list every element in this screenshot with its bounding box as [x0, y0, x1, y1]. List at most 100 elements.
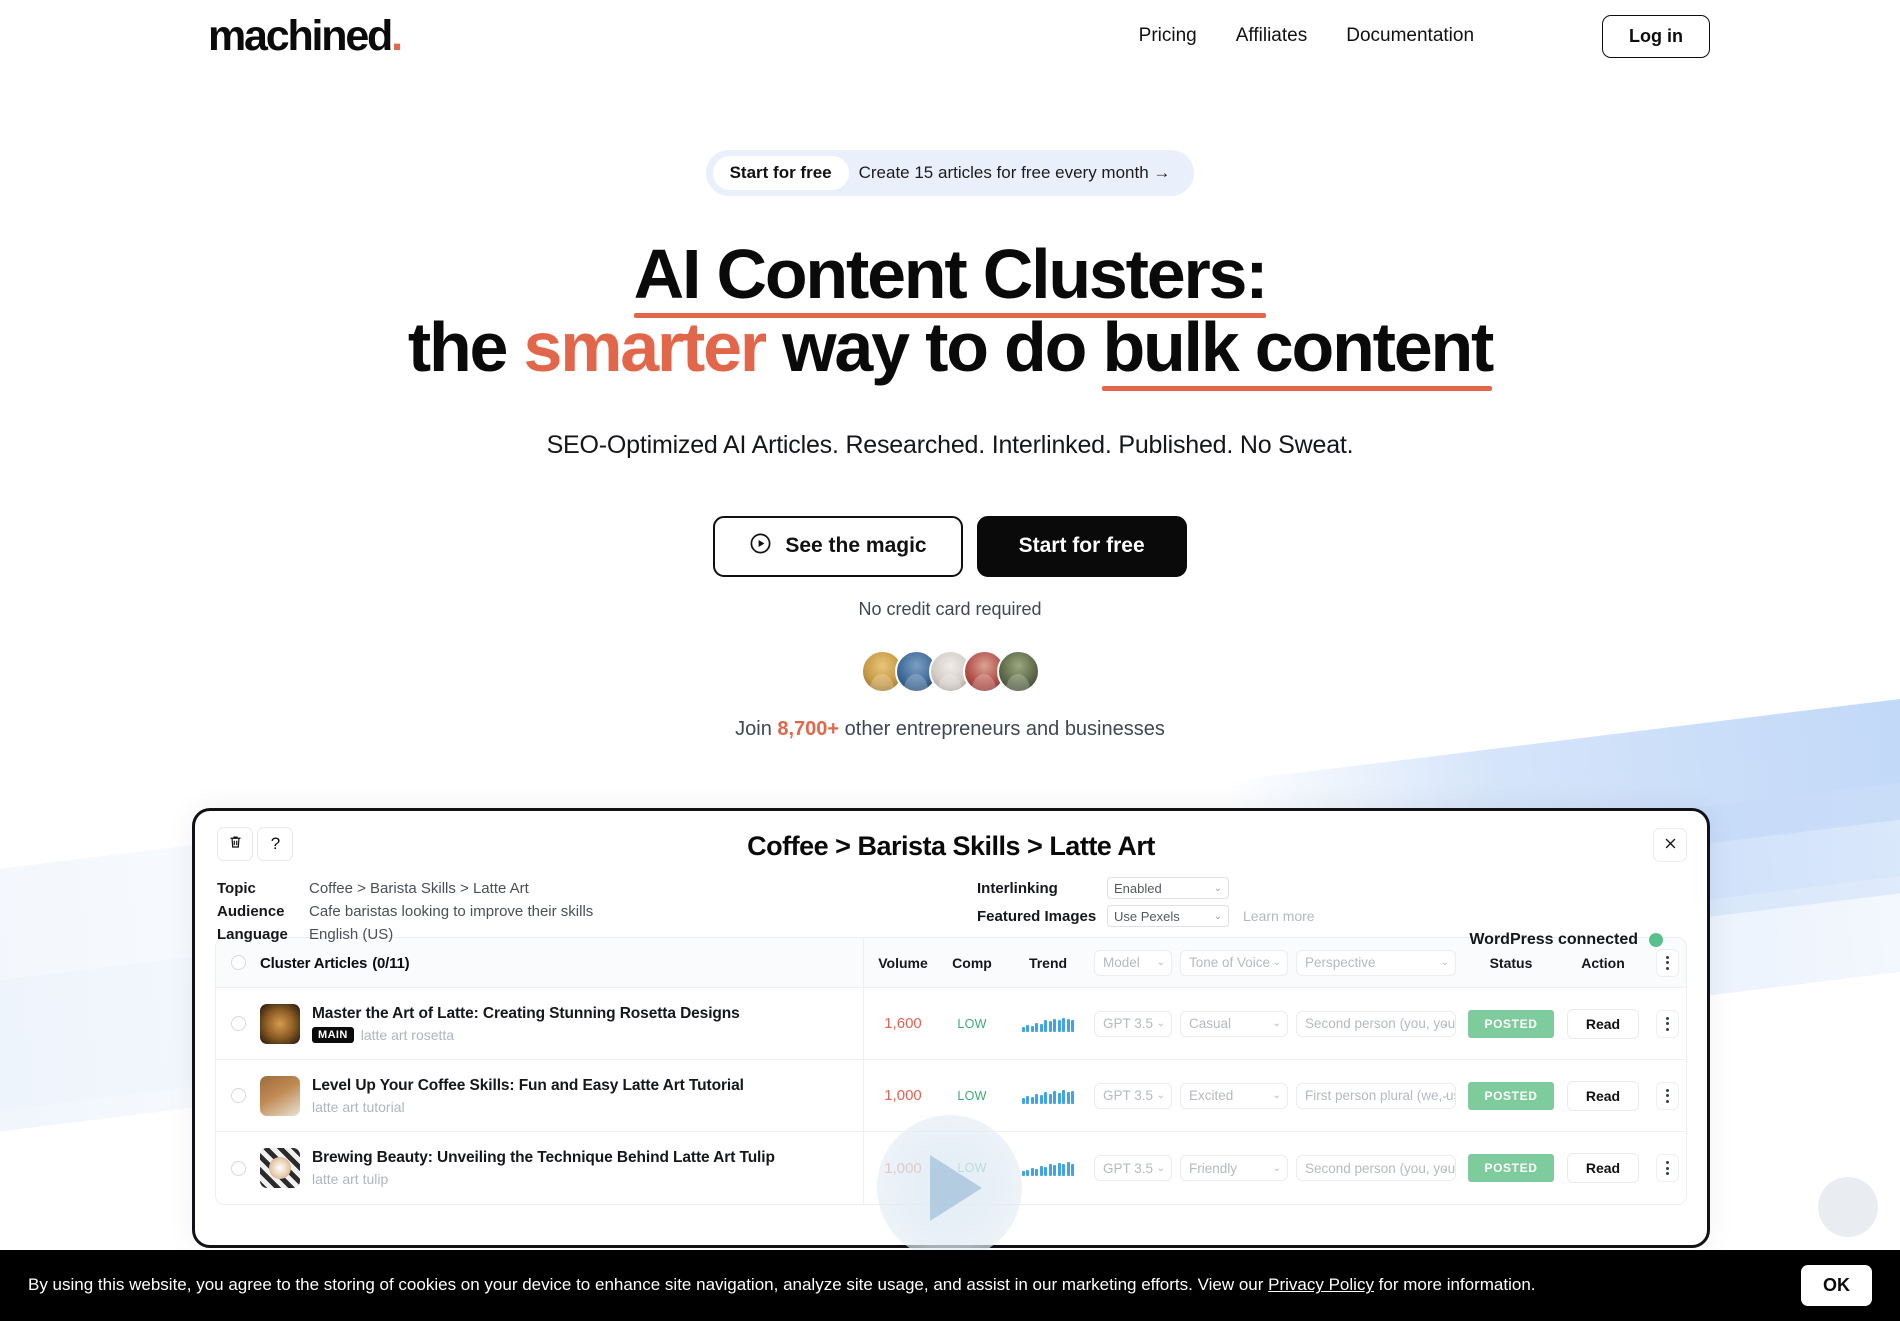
- row-volume: 1,600: [884, 1015, 922, 1032]
- setting-row-interlinking: Interlinking Enabled ⌄: [977, 877, 1315, 900]
- row-menu-cell[interactable]: [1648, 1081, 1686, 1110]
- article-thumbnail: [260, 1003, 300, 1044]
- learn-more-link[interactable]: Learn more: [1243, 905, 1315, 928]
- row-tone-select[interactable]: Casual ⌄: [1180, 1010, 1288, 1037]
- tone-select-header[interactable]: Tone of Voice ⌄: [1180, 949, 1288, 976]
- cookie-consent-text: By using this website, you agree to the …: [28, 1274, 1536, 1296]
- nav-item-pricing[interactable]: Pricing: [1139, 25, 1197, 47]
- login-button[interactable]: Log in: [1602, 14, 1710, 58]
- select-all-checkbox[interactable]: [216, 955, 260, 970]
- row-model-select[interactable]: GPT 3.5 ⌄: [1094, 1082, 1172, 1109]
- help-button[interactable]: ?: [257, 827, 294, 861]
- row-tone-cell: Casual ⌄: [1180, 1010, 1296, 1037]
- cluster-articles-count: (0/11): [372, 954, 410, 972]
- model-select-header[interactable]: Model ⌄: [1094, 949, 1172, 976]
- row-trend: [1002, 1016, 1094, 1032]
- row-action-cell: Read: [1558, 1153, 1648, 1183]
- row-menu-cell[interactable]: [1648, 1154, 1686, 1182]
- table-row[interactable]: Master the Art of Latte: Creating Stunni…: [216, 988, 1686, 1060]
- row-comp: LOW: [957, 1088, 987, 1103]
- row-checkbox[interactable]: [216, 1160, 260, 1176]
- nav-item-documentation[interactable]: Documentation: [1346, 25, 1474, 47]
- row-perspective-select[interactable]: Second person (you, your) ⌄: [1296, 1010, 1456, 1037]
- interlinking-select[interactable]: Enabled ⌄: [1107, 877, 1229, 899]
- read-button[interactable]: Read: [1566, 1153, 1640, 1183]
- row-title-cell: Master the Art of Latte: Creating Stunni…: [260, 1003, 863, 1044]
- row-tone-select[interactable]: Excited ⌄: [1180, 1082, 1288, 1109]
- chevron-down-icon: ⌄: [1156, 1018, 1165, 1029]
- see-the-magic-button[interactable]: See the magic: [713, 515, 963, 577]
- table-header-action: Action: [1581, 954, 1625, 971]
- hero-subheading: SEO-Optimized AI Articles. Researched. I…: [546, 430, 1354, 459]
- row-status-cell: POSTED: [1464, 1154, 1558, 1182]
- row-trend: [1002, 1088, 1094, 1104]
- cookie-ok-button[interactable]: OK: [1801, 1265, 1872, 1306]
- row-model-cell: GPT 3.5 ⌄: [1094, 1155, 1180, 1181]
- row-model-cell: GPT 3.5 ⌄: [1094, 1010, 1180, 1037]
- row-model-select[interactable]: GPT 3.5 ⌄: [1094, 1155, 1172, 1181]
- wordpress-status-label: WordPress connected: [1469, 931, 1638, 948]
- chat-widget-button[interactable]: [1818, 1177, 1878, 1237]
- nav-item-affiliates[interactable]: Affiliates: [1236, 25, 1307, 47]
- table-header-menu[interactable]: [1648, 948, 1686, 977]
- row-model-value: GPT 3.5: [1103, 1016, 1154, 1031]
- chevron-down-icon: ⌄: [1440, 1018, 1449, 1029]
- privacy-policy-link[interactable]: Privacy Policy: [1268, 1275, 1374, 1294]
- close-panel-button[interactable]: [1653, 828, 1687, 862]
- cookie-text-after: for more information.: [1373, 1275, 1536, 1295]
- kebab-menu-icon[interactable]: [1655, 1009, 1679, 1038]
- row-tone-select[interactable]: Friendly ⌄: [1180, 1155, 1288, 1181]
- kebab-menu-icon[interactable]: [1655, 1081, 1679, 1110]
- brand-logo[interactable]: machined.: [208, 14, 403, 58]
- read-button[interactable]: Read: [1566, 1008, 1640, 1039]
- featured-images-value: Use Pexels: [1114, 908, 1180, 924]
- row-checkbox[interactable]: [216, 1088, 260, 1103]
- row-comp: LOW: [957, 1016, 987, 1031]
- status-badge: POSTED: [1468, 1081, 1554, 1110]
- perspective-placeholder: Perspective: [1305, 955, 1376, 970]
- table-header-tone: Tone of Voice ⌄: [1180, 949, 1296, 976]
- delete-cluster-button[interactable]: [217, 827, 253, 861]
- row-model-select[interactable]: GPT 3.5 ⌄: [1094, 1010, 1172, 1037]
- row-title-cell: Brewing Beauty: Unveiling the Technique …: [260, 1148, 863, 1188]
- play-icon: [929, 1154, 982, 1221]
- headline-line-1: AI Content Clusters:: [633, 235, 1269, 318]
- table-header-perspective: Perspective ⌄: [1296, 949, 1464, 976]
- cookie-consent-banner: By using this website, you agree to the …: [0, 1250, 1900, 1321]
- perspective-select-header[interactable]: Perspective ⌄: [1296, 949, 1456, 976]
- trend-sparkline-icon: [1021, 1160, 1075, 1176]
- join-suffix: other entrepreneurs and businesses: [839, 717, 1165, 740]
- row-menu-cell[interactable]: [1648, 1009, 1686, 1038]
- setting-label-featured-images: Featured Images: [977, 908, 1097, 925]
- meta-label-language: Language: [217, 926, 288, 943]
- chevron-down-icon: ⌄: [1272, 1162, 1281, 1174]
- chevron-down-icon: ⌄: [1440, 1162, 1449, 1174]
- avatar: [996, 649, 1040, 693]
- start-for-free-button[interactable]: Start for free: [976, 515, 1187, 577]
- meta-label-topic: Topic: [217, 880, 256, 897]
- meta-row-topic: Topic Coffee > Barista Skills > Latte Ar…: [217, 877, 593, 900]
- featured-images-select[interactable]: Use Pexels ⌄: [1107, 905, 1229, 927]
- video-play-overlay-button[interactable]: [877, 1115, 1022, 1260]
- article-title: Brewing Beauty: Unveiling the Technique …: [312, 1149, 775, 1166]
- interlinking-value: Enabled: [1114, 880, 1162, 896]
- row-status-cell: POSTED: [1464, 1009, 1558, 1038]
- radio-icon: [230, 1160, 246, 1176]
- row-tone-value: Excited: [1189, 1088, 1234, 1103]
- kebab-menu-icon[interactable]: [1655, 1154, 1679, 1182]
- row-model-value: GPT 3.5: [1103, 1160, 1154, 1176]
- row-perspective-select[interactable]: Second person (you, your) ⌄: [1296, 1155, 1456, 1181]
- chevron-down-icon: ⌄: [1272, 957, 1281, 968]
- status-indicator-dot: [1649, 933, 1663, 947]
- row-checkbox[interactable]: [216, 1016, 260, 1031]
- row-perspective-select[interactable]: First person plural (we, us) ⌄: [1296, 1082, 1456, 1109]
- see-the-magic-label: See the magic: [785, 534, 927, 558]
- article-subline: latte art tutorial: [312, 1099, 744, 1115]
- table-header-volume: Volume: [878, 954, 928, 971]
- chevron-down-icon: ⌄: [1440, 957, 1449, 968]
- row-perspective-value: Second person (you, your): [1305, 1160, 1456, 1176]
- read-button[interactable]: Read: [1566, 1080, 1640, 1111]
- kebab-menu-icon[interactable]: [1655, 948, 1679, 977]
- announcement-pill[interactable]: Start for free Create 15 articles for fr…: [705, 150, 1195, 196]
- headline-line-2-a: the: [407, 307, 524, 386]
